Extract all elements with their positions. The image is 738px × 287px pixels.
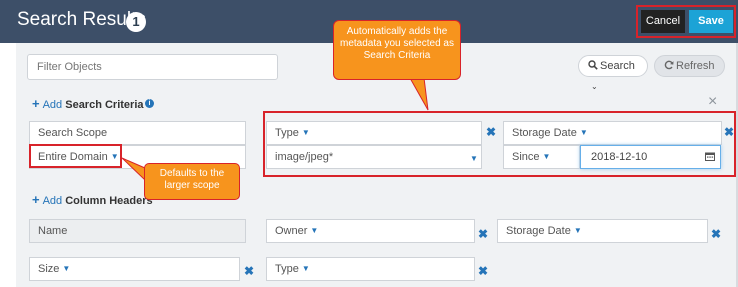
caret-down-icon: ▼ [301, 264, 310, 273]
close-icon[interactable]: × [708, 94, 717, 110]
caret-down-icon: ▼ [573, 226, 582, 235]
caret-down-icon: ▼ [62, 264, 71, 273]
remove-owner-column-icon[interactable]: ✖ [478, 228, 488, 240]
cancel-button[interactable]: Cancel [641, 10, 685, 33]
save-button[interactable]: Save [689, 10, 733, 33]
remove-size-column-icon[interactable]: ✖ [244, 265, 254, 277]
remove-type-column-icon[interactable]: ✖ [478, 265, 488, 277]
add-column-headers-link[interactable]: + Add Column Headers [32, 192, 153, 207]
plus-icon: + [32, 96, 40, 111]
scope-callout: Defaults to the larger scope [144, 163, 240, 200]
filter-objects-input[interactable] [27, 54, 278, 80]
column-header-type[interactable]: Type ▼ [266, 257, 475, 281]
search-scope-header: Search Scope [29, 121, 246, 145]
column-header-size[interactable]: Size ▼ [29, 257, 240, 281]
search-button-label: Search [600, 60, 635, 72]
column-header-storage-date[interactable]: Storage Date ▼ [497, 219, 708, 243]
highlight-box-criteria [263, 111, 736, 177]
add-search-criteria-link[interactable]: + Add Search Criteria [32, 96, 144, 111]
refresh-button[interactable]: Refresh [654, 55, 725, 77]
criteria-callout: Automatically adds the metadata you sele… [333, 20, 461, 80]
refresh-button-label: Refresh [676, 60, 715, 72]
search-icon [588, 60, 598, 70]
column-header-owner[interactable]: Owner ▼ [266, 219, 475, 243]
remove-storage-date-column-icon[interactable]: ✖ [711, 228, 721, 240]
column-header-name: Name [29, 219, 246, 243]
search-button[interactable]: Search ⌄ [578, 55, 648, 91]
refresh-icon [664, 60, 674, 70]
info-icon[interactable]: i [145, 99, 154, 108]
plus-icon: + [32, 192, 40, 207]
caret-down-icon: ▼ [310, 226, 319, 235]
chevron-down-icon: ⌄ [591, 82, 598, 91]
result-count-badge: 1 [126, 12, 146, 32]
highlight-box-scope [29, 144, 122, 168]
